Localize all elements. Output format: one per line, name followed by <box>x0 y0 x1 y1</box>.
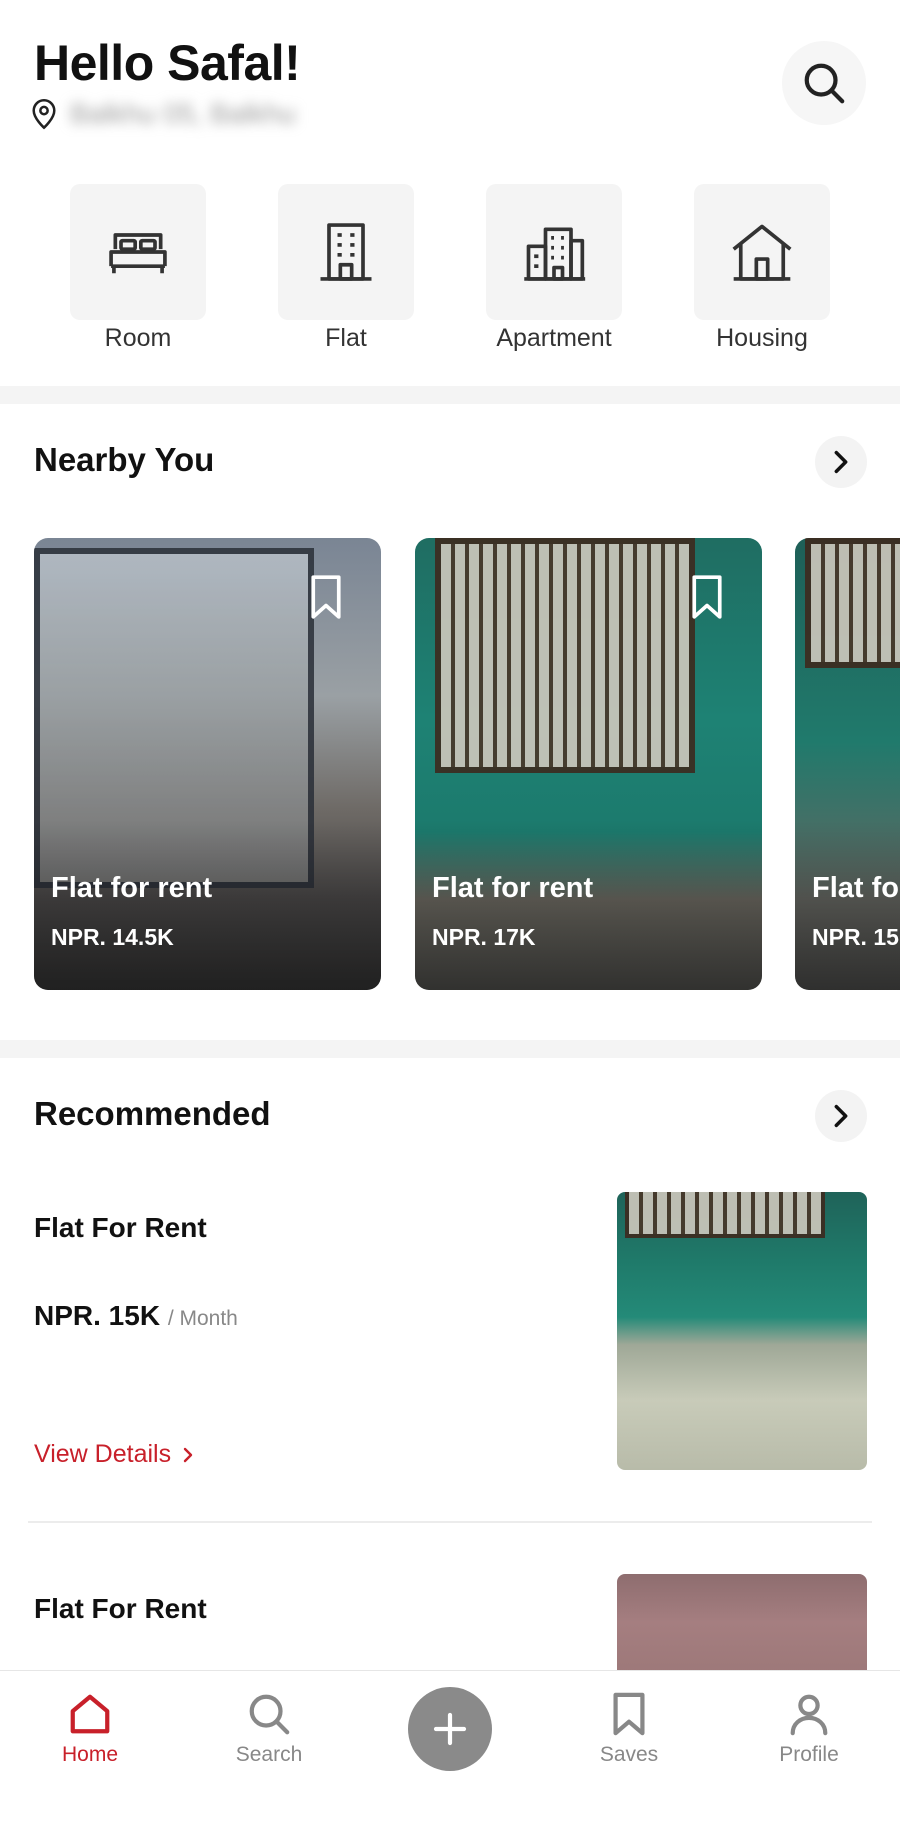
section-divider <box>0 1040 900 1058</box>
nearby-carousel[interactable]: Flat for rent NPR. 14.5K Flat for rent N… <box>0 538 900 990</box>
house-icon <box>732 224 792 281</box>
chevron-right-icon <box>183 1447 193 1462</box>
card-price: NPR. 14.5K <box>51 924 174 950</box>
category-flat-tile[interactable] <box>278 184 414 320</box>
search-button[interactable] <box>782 41 866 125</box>
bookmark-icon <box>613 1692 645 1736</box>
listing-thumbnail[interactable] <box>617 1192 867 1470</box>
category-room-tile[interactable] <box>70 184 206 320</box>
nearby-card[interactable]: Flat for rent NPR. 17K <box>415 538 762 990</box>
category-row: Room Flat Apartment Housing <box>0 184 900 359</box>
search-icon <box>804 63 845 104</box>
greeting-title: Hello Safal! <box>34 35 301 91</box>
plus-icon <box>433 1712 467 1746</box>
nav-profile[interactable]: Profile <box>739 1691 879 1767</box>
listing-price-value: NPR. 15K <box>34 1300 161 1331</box>
nav-saves-label: Saves <box>599 1743 659 1766</box>
listing-price: NPR. 15K / Month <box>34 1300 238 1332</box>
nav-saves[interactable]: Saves <box>559 1691 699 1767</box>
nav-profile-label: Profile <box>779 1743 839 1766</box>
card-photo <box>805 538 900 668</box>
category-room-label: Room <box>104 324 172 352</box>
category-housing[interactable]: Housing <box>677 184 847 359</box>
nearby-card[interactable]: Flat for rent NPR. 15K <box>795 538 900 990</box>
chevron-right-icon <box>834 450 848 474</box>
bottom-nav: Home Search Saves Profile <box>0 1670 900 1845</box>
building-icon <box>320 223 372 281</box>
category-housing-label: Housing <box>716 324 808 352</box>
nav-search-label: Search <box>235 1743 303 1766</box>
card-title: Flat for rent <box>812 872 900 904</box>
add-listing-button[interactable] <box>408 1687 492 1771</box>
list-divider <box>28 1521 872 1523</box>
category-housing-tile[interactable] <box>694 184 830 320</box>
nearby-see-all-button[interactable] <box>815 436 867 488</box>
profile-icon <box>790 1694 828 1736</box>
bookmark-icon[interactable] <box>309 574 343 620</box>
nav-search[interactable]: Search <box>199 1691 339 1767</box>
bookmark-icon[interactable] <box>690 574 724 620</box>
nav-home[interactable]: Home <box>20 1691 160 1767</box>
listing-title: Flat For Rent <box>34 1593 207 1624</box>
listing-thumbnail[interactable] <box>617 1574 867 1670</box>
view-details-link[interactable]: View Details <box>34 1440 197 1469</box>
card-price: NPR. 17K <box>432 924 536 950</box>
category-apartment[interactable]: Apartment <box>469 184 639 359</box>
card-price: NPR. 15K <box>812 924 900 950</box>
listing-price-unit: / Month <box>167 1307 238 1330</box>
location-row[interactable]: Balkhu 05, Balkhu <box>30 98 296 130</box>
nav-home-label: Home <box>61 1743 119 1766</box>
listing-title: Flat For Rent <box>34 1212 207 1243</box>
location-text: Balkhu 05, Balkhu <box>70 98 296 129</box>
view-details-label: View Details <box>34 1440 172 1468</box>
recommended-list-item[interactable]: Flat For Rent NPR. 15K / Month View Deta… <box>0 1190 900 1480</box>
category-apartment-label: Apartment <box>496 324 612 352</box>
nearby-title: Nearby You <box>34 441 215 478</box>
location-pin-icon <box>32 99 56 130</box>
category-flat[interactable]: Flat <box>261 184 431 359</box>
home-icon <box>70 1694 110 1734</box>
recommended-list-item[interactable]: Flat For Rent <box>0 1573 900 1670</box>
nearby-card[interactable]: Flat for rent NPR. 14.5K <box>34 538 381 990</box>
category-room[interactable]: Room <box>53 184 223 359</box>
recommended-see-all-button[interactable] <box>815 1090 867 1142</box>
category-apartment-tile[interactable] <box>486 184 622 320</box>
card-title: Flat for rent <box>432 872 594 904</box>
category-flat-label: Flat <box>325 324 367 352</box>
header: Hello Safal! Balkhu 05, Balkhu <box>0 0 900 150</box>
bed-icon <box>109 233 167 274</box>
section-divider <box>0 386 900 404</box>
search-icon <box>249 1694 290 1735</box>
recommended-title: Recommended <box>34 1095 271 1132</box>
card-photo <box>435 538 695 773</box>
card-title: Flat for rent <box>51 872 213 904</box>
chevron-right-icon <box>834 1104 848 1128</box>
apartment-icon <box>524 227 586 281</box>
